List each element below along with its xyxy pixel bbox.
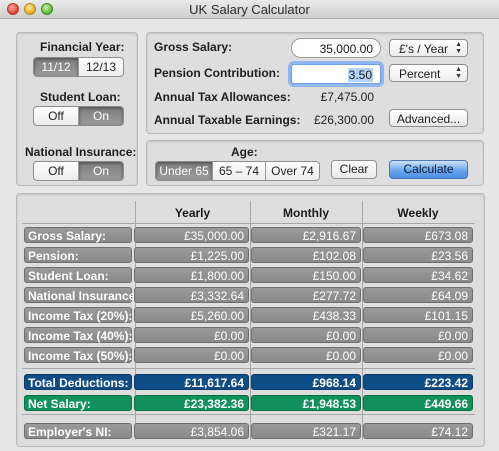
row-label: National Insurance:	[24, 287, 139, 303]
pension-unit-value: Percent	[399, 67, 441, 81]
table-row: Pension: £1,225.00 £102.08 £23.56	[24, 247, 473, 263]
yearly-value: £0.00	[134, 327, 249, 343]
window-title: UK Salary Calculator	[189, 2, 310, 17]
table-row: Income Tax (40%): £0.00 £0.00 £0.00	[24, 327, 473, 343]
column-header-weekly: Weekly	[397, 206, 439, 220]
weekly-value: £23.56	[363, 247, 473, 263]
weekly-value: £34.62	[363, 267, 473, 283]
monthly-value: £1,948.53	[251, 395, 361, 411]
total-deductions-row: Total Deductions: £11,617.64 £968.14 £22…	[24, 374, 473, 390]
gross-salary-value: 35,000.00	[319, 42, 373, 56]
monthly-value: £968.14	[251, 374, 361, 390]
table-row: Income Tax (20%): £5,260.00 £438.33 £101…	[24, 307, 473, 323]
monthly-value: £150.00	[251, 267, 361, 283]
row-label: Income Tax (50%):	[24, 347, 132, 363]
row-label: Employer's NI:	[24, 423, 132, 439]
monthly-value: £0.00	[251, 347, 361, 363]
yearly-value: £5,260.00	[134, 307, 249, 323]
select-arrows-icon: ▲ ▼	[455, 41, 462, 55]
app-window: UK Salary Calculator Financial Year: 11/…	[0, 0, 499, 451]
taxable-earnings-value: £26,300.00	[313, 113, 374, 127]
student-loan-toggle[interactable]: Off On	[33, 106, 124, 126]
financial-year-option-1112[interactable]: 11/12	[34, 58, 78, 76]
age-option-65-74[interactable]: 65 – 74	[212, 162, 265, 180]
column-header-yearly: Yearly	[174, 206, 211, 220]
financial-year-option-1213[interactable]: 12/13	[78, 58, 123, 76]
student-loan-label: Student Loan:	[40, 90, 121, 104]
weekly-value: £449.66	[363, 395, 473, 411]
row-label: Pension:	[24, 247, 132, 263]
monthly-value: £2,916.67	[251, 227, 361, 243]
title-bar: UK Salary Calculator	[0, 0, 499, 19]
row-label: Total Deductions:	[24, 374, 132, 390]
financial-year-toggle[interactable]: 11/12 12/13	[33, 57, 124, 77]
salary-unit-select[interactable]: £'s / Year ▲ ▼	[389, 39, 468, 57]
yearly-value: £3,332.64	[134, 287, 249, 303]
row-label: Income Tax (40%):	[24, 327, 132, 343]
national-insurance-toggle[interactable]: Off On	[33, 161, 124, 181]
gross-salary-input[interactable]: 35,000.00	[291, 38, 381, 58]
weekly-value: £74.12	[363, 423, 473, 439]
table-row: National Insurance: £3,332.64 £277.72 £6…	[24, 287, 473, 303]
weekly-value: £0.00	[363, 327, 473, 343]
monthly-value: £321.17	[251, 423, 361, 439]
pension-unit-select[interactable]: Percent ▲ ▼	[389, 64, 468, 82]
row-label: Gross Salary:	[24, 227, 132, 243]
row-label: Income Tax (20%):	[24, 307, 132, 323]
section-divider	[22, 368, 475, 369]
gross-salary-label: Gross Salary:	[154, 40, 233, 54]
weekly-value: £223.42	[363, 374, 473, 390]
header-divider	[22, 223, 475, 224]
select-arrows-icon: ▲ ▼	[455, 66, 462, 80]
salary-unit-value: £'s / Year	[399, 42, 448, 56]
pension-value: 3.50	[347, 68, 373, 82]
student-loan-on[interactable]: On	[78, 107, 123, 125]
monthly-value: £102.08	[251, 247, 361, 263]
calculate-button[interactable]: Calculate	[389, 160, 468, 179]
row-label: Net Salary:	[24, 395, 132, 411]
monthly-value: £438.33	[251, 307, 361, 323]
age-option-over-74[interactable]: Over 74	[265, 162, 319, 180]
weekly-value: £0.00	[363, 347, 473, 363]
yearly-value: £1,800.00	[134, 267, 249, 283]
age-toggle[interactable]: Under 65 65 – 74 Over 74	[155, 161, 320, 181]
table-row: Student Loan: £1,800.00 £150.00 £34.62	[24, 267, 473, 283]
section-divider	[22, 414, 475, 415]
age-label: Age:	[231, 145, 258, 159]
allowances-value: £7,475.00	[320, 90, 374, 104]
column-header-monthly: Monthly	[283, 206, 329, 220]
employers-ni-row: Employer's NI: £3,854.06 £321.17 £74.12	[24, 423, 473, 439]
weekly-value: £673.08	[363, 227, 473, 243]
table-row: Income Tax (50%): £0.00 £0.00 £0.00	[24, 347, 473, 363]
net-salary-row: Net Salary: £23,382.36 £1,948.53 £449.66	[24, 395, 473, 411]
weekly-value: £101.15	[363, 307, 473, 323]
national-insurance-label: National Insurance:	[25, 145, 137, 159]
weekly-value: £64.09	[363, 287, 473, 303]
monthly-value: £0.00	[251, 327, 361, 343]
age-option-under-65[interactable]: Under 65	[156, 162, 212, 180]
allowances-label: Annual Tax Allowances:	[154, 90, 291, 104]
table-row: Gross Salary: £35,000.00 £2,916.67 £673.…	[24, 227, 473, 243]
yearly-value: £11,617.64	[134, 374, 249, 390]
yearly-value: £23,382.36	[134, 395, 249, 411]
financial-year-label: Financial Year:	[40, 40, 125, 54]
yearly-value: £1,225.00	[134, 247, 249, 263]
yearly-value: £3,854.06	[134, 423, 249, 439]
yearly-value: £0.00	[134, 347, 249, 363]
monthly-value: £277.72	[251, 287, 361, 303]
national-insurance-on[interactable]: On	[78, 162, 123, 180]
student-loan-off[interactable]: Off	[34, 107, 78, 125]
taxable-earnings-label: Annual Taxable Earnings:	[154, 113, 301, 127]
pension-label: Pension Contribution:	[154, 66, 280, 80]
row-label: Student Loan:	[24, 267, 132, 283]
pension-input[interactable]: 3.50	[291, 64, 381, 84]
national-insurance-off[interactable]: Off	[34, 162, 78, 180]
clear-button[interactable]: Clear	[331, 160, 377, 179]
yearly-value: £35,000.00	[134, 227, 249, 243]
advanced-button[interactable]: Advanced...	[389, 109, 468, 127]
